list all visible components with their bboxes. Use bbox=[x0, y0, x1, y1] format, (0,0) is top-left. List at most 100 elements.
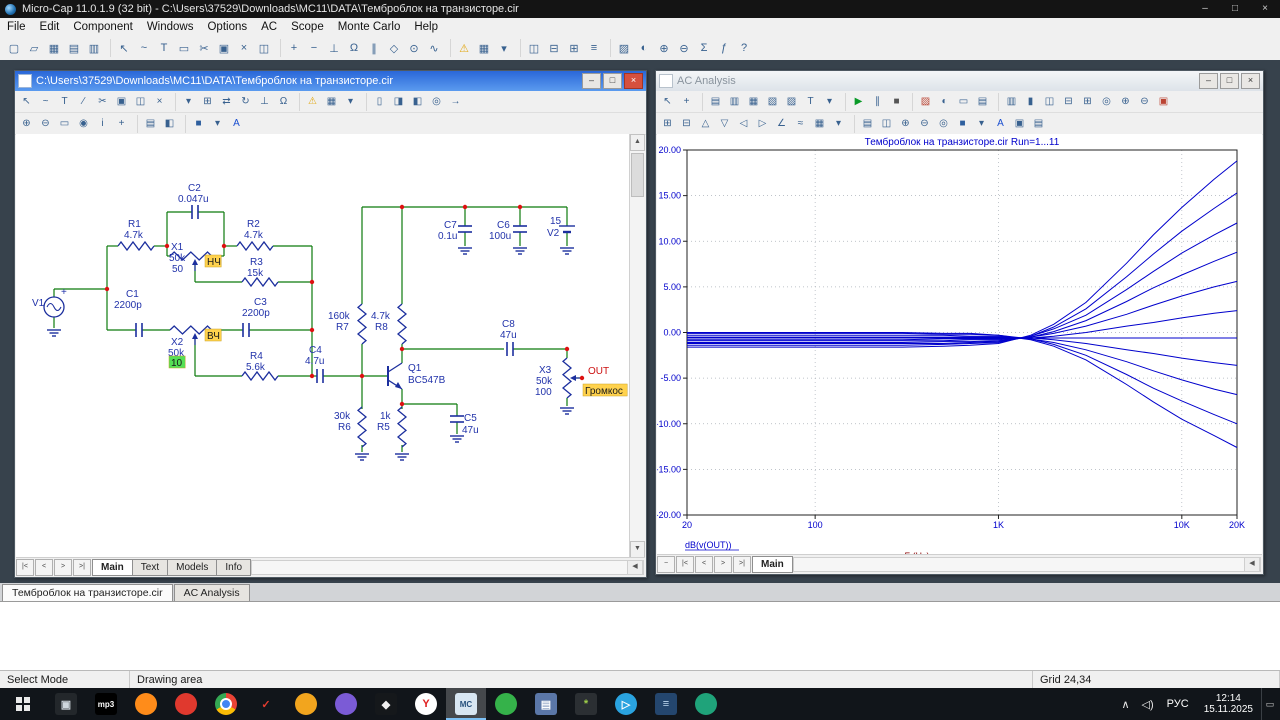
maximize-button[interactable]: □ bbox=[1220, 0, 1250, 18]
ground-icon[interactable]: ⊥ bbox=[255, 93, 274, 111]
cut-icon[interactable]: ✂ bbox=[194, 38, 214, 58]
analysis-plot-area[interactable]: 20.0015.0010.005.000.00-5.00-10.00-15.00… bbox=[657, 134, 1262, 555]
calculate-icon[interactable]: Σ bbox=[694, 38, 714, 58]
grid-icon[interactable]: ▦ bbox=[322, 93, 341, 111]
run-analysis-icon[interactable]: ▶ bbox=[849, 93, 868, 111]
state-variables-icon[interactable]: ▤ bbox=[973, 93, 992, 111]
cursor-grid-icon[interactable]: ⊞ bbox=[658, 115, 677, 133]
color-swatch-icon[interactable]: ■ bbox=[953, 115, 972, 133]
point-tag-icon[interactable]: + bbox=[112, 115, 131, 133]
help-button-icon[interactable]: ? bbox=[734, 38, 754, 58]
text-mode-icon[interactable]: T bbox=[55, 93, 74, 111]
select-mode-icon[interactable]: ↖ bbox=[658, 93, 677, 111]
app-red-check[interactable]: ✓ bbox=[246, 688, 286, 720]
last-page-button[interactable]: >| bbox=[73, 559, 91, 576]
first-page-button[interactable]: |< bbox=[676, 556, 694, 573]
data-points-icon[interactable]: ▤ bbox=[858, 115, 877, 133]
grid-toggle-icon[interactable]: ▦ bbox=[474, 38, 494, 58]
app-amber-circle[interactable] bbox=[286, 688, 326, 720]
prev-page-button[interactable]: < bbox=[35, 559, 53, 576]
child-close-button[interactable]: × bbox=[624, 73, 643, 89]
zoom-in-icon[interactable]: ⊕ bbox=[17, 115, 36, 133]
ground-component-icon[interactable]: ⊥ bbox=[324, 38, 344, 58]
zoom-out-icon[interactable]: ⊖ bbox=[1135, 93, 1154, 111]
save-graph-icon[interactable]: ▤ bbox=[1029, 115, 1048, 133]
zoom-in-icon[interactable]: + bbox=[284, 38, 304, 58]
font-button-icon[interactable]: A bbox=[991, 115, 1010, 133]
print-preview-icon[interactable]: ▥ bbox=[84, 38, 104, 58]
wire-mode-icon[interactable]: ~ bbox=[134, 38, 154, 58]
peak-cursor-icon[interactable]: △ bbox=[696, 115, 715, 133]
grid-options-icon[interactable]: ▾ bbox=[341, 93, 360, 111]
minimize-button[interactable]: – bbox=[1190, 0, 1220, 18]
prev-page-button[interactable]: < bbox=[695, 556, 713, 573]
color-dropdown-icon[interactable]: ▾ bbox=[972, 115, 991, 133]
menu-edit[interactable]: Edit bbox=[33, 20, 67, 34]
schematic-window-titlebar[interactable]: C:\Users\37529\Downloads\MC11\DATA\Тембр… bbox=[15, 71, 646, 91]
collapse-button[interactable]: − bbox=[657, 556, 675, 573]
app-teal-circle[interactable] bbox=[686, 688, 726, 720]
analysis-tab-main[interactable]: Main bbox=[752, 556, 793, 573]
start-button[interactable] bbox=[0, 688, 46, 720]
text-mode-icon[interactable]: T bbox=[801, 93, 820, 111]
menu-monte-carlo[interactable]: Monte Carlo bbox=[331, 20, 408, 34]
analysis-window-titlebar[interactable]: AC Analysis –□× bbox=[656, 71, 1263, 91]
app-firefox[interactable] bbox=[126, 688, 166, 720]
cut-icon[interactable]: ✂ bbox=[93, 93, 112, 111]
first-page-button[interactable]: |< bbox=[16, 559, 34, 576]
plot-overlay-icon[interactable]: ▧ bbox=[763, 93, 782, 111]
scroll-thumb[interactable] bbox=[631, 153, 644, 197]
app-green-circle[interactable] bbox=[486, 688, 526, 720]
arrange-windows-icon[interactable]: ≡ bbox=[584, 38, 604, 58]
source-component-icon[interactable]: ⊙ bbox=[404, 38, 424, 58]
menu-windows[interactable]: Windows bbox=[140, 20, 201, 34]
copy-icon[interactable]: ▣ bbox=[112, 93, 131, 111]
left-cursor-icon[interactable]: ◁ bbox=[734, 115, 753, 133]
info-mode-icon[interactable]: ◉ bbox=[74, 115, 93, 133]
schematic-tab-models[interactable]: Models bbox=[167, 559, 217, 576]
zoom-in-icon[interactable]: ⊕ bbox=[1116, 93, 1135, 111]
language-indicator[interactable]: РУС bbox=[1160, 698, 1196, 710]
child-minimize-button[interactable]: – bbox=[582, 73, 601, 89]
valley-cursor-icon[interactable]: ▽ bbox=[715, 115, 734, 133]
schematic-tab-text[interactable]: Text bbox=[132, 559, 168, 576]
child-close-button[interactable]: × bbox=[1241, 73, 1260, 89]
color-dropdown-icon[interactable]: ▾ bbox=[208, 115, 227, 133]
stepping-icon[interactable]: ◐ bbox=[935, 93, 954, 111]
app-yandex[interactable]: Y bbox=[406, 688, 446, 720]
tile-plots-icon[interactable]: ◫ bbox=[1040, 93, 1059, 111]
text-mode-icon[interactable]: T bbox=[154, 38, 174, 58]
app-telegram[interactable]: ▷ bbox=[606, 688, 646, 720]
schematic-tab-info[interactable]: Info bbox=[216, 559, 251, 576]
ac-analysis-chart[interactable]: 20.0015.0010.005.000.00-5.00-10.00-15.00… bbox=[657, 134, 1262, 555]
watch-values-icon[interactable]: ▭ bbox=[954, 93, 973, 111]
paste-icon[interactable]: ◫ bbox=[254, 38, 274, 58]
waveform-buffer-icon[interactable]: ▮ bbox=[1021, 93, 1040, 111]
split-right-icon[interactable]: ◨ bbox=[389, 93, 408, 111]
app-chrome[interactable] bbox=[206, 688, 246, 720]
right-cursor-icon[interactable]: ▷ bbox=[753, 115, 772, 133]
copy-icon[interactable]: ▣ bbox=[214, 38, 234, 58]
menu-options[interactable]: Options bbox=[200, 20, 254, 34]
plot-group-icon[interactable]: ▥ bbox=[725, 93, 744, 111]
flip-horizontal-icon[interactable]: ⇄ bbox=[217, 93, 236, 111]
pause-analysis-icon[interactable]: ∥ bbox=[868, 93, 887, 111]
delete-icon[interactable]: × bbox=[150, 93, 169, 111]
menu-scope[interactable]: Scope bbox=[284, 20, 331, 34]
schematic-tab-main[interactable]: Main bbox=[92, 559, 133, 576]
doc-tab-schematic[interactable]: Темброблок на транзисторе.cir bbox=[2, 584, 173, 601]
stop-analysis-icon[interactable]: ■ bbox=[887, 93, 906, 111]
scope-icon[interactable]: ◐ bbox=[634, 38, 654, 58]
grid-dropdown-icon[interactable]: ▾ bbox=[494, 38, 514, 58]
delete-icon[interactable]: × bbox=[234, 38, 254, 58]
save-file-icon[interactable]: ▦ bbox=[44, 38, 64, 58]
capacitor-component-icon[interactable]: ∥ bbox=[364, 38, 384, 58]
doc-tab-analysis[interactable]: AC Analysis bbox=[174, 584, 250, 601]
page-icon[interactable]: ▯ bbox=[370, 93, 389, 111]
zoom-out-icon[interactable]: ⊖ bbox=[36, 115, 55, 133]
tray-expand-icon[interactable]: ∧ bbox=[1115, 698, 1135, 711]
menu-help[interactable]: Help bbox=[407, 20, 445, 34]
resistor-icon[interactable]: Ω bbox=[274, 93, 293, 111]
zoom-fit-icon[interactable]: ◎ bbox=[934, 115, 953, 133]
auto-scale-icon[interactable]: ◎ bbox=[1097, 93, 1116, 111]
